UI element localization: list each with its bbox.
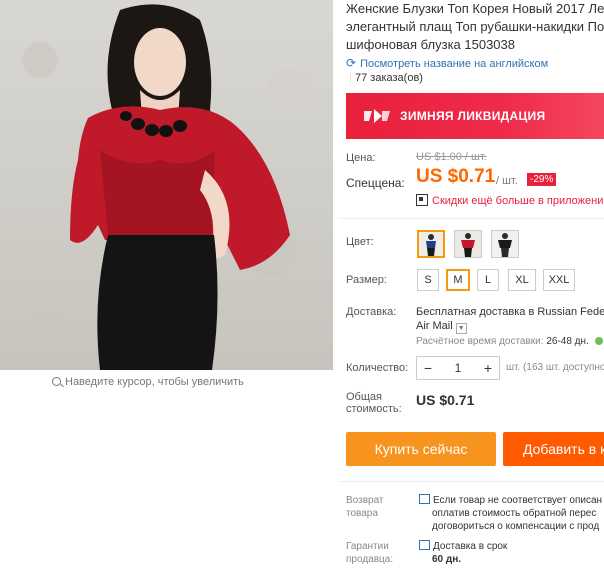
add-to-cart-button[interactable]: Добавить в к [503, 432, 604, 466]
size-option-m[interactable]: M [446, 269, 470, 291]
product-image[interactable] [0, 0, 333, 370]
size-option-xl[interactable]: XL [508, 269, 536, 291]
shipping-carrier[interactable]: Air Mail ▼ [416, 320, 467, 334]
sale-price: US $0.71 [416, 166, 496, 187]
quantity-increase-button[interactable]: + [477, 357, 499, 379]
price-label: Цена: [346, 152, 376, 164]
truck-icon [419, 540, 430, 550]
translate-link[interactable]: ⟳ Посмотреть название на английском [346, 56, 548, 70]
color-label: Цвет: [346, 236, 374, 248]
total-label: Общая стоимость: [346, 391, 402, 415]
color-swatch-red[interactable] [454, 230, 482, 258]
returns-line: договориться о компенсации с прод [432, 521, 600, 532]
title-line: элегантный плащ Топ рубашки-накидки Пол [346, 19, 604, 34]
orders-count: 77 заказа(ов) [350, 72, 423, 84]
old-price: US $1.00 / шт. [416, 151, 487, 163]
discount-badge: -29% [527, 173, 557, 186]
shipping-carrier-text[interactable]: Air Mail [416, 320, 453, 332]
chevron-down-icon[interactable]: ▼ [455, 323, 467, 334]
app-offer-text[interactable]: Скидки ещё больше в приложении [432, 195, 604, 207]
delivery-time-value: 26-48 дн. [546, 336, 589, 347]
sale-price-label: Спеццена: [346, 176, 405, 190]
app-offer-link[interactable]: Скидки ещё больше в приложении [416, 194, 604, 207]
shipping-method[interactable]: Бесплатная доставка в Russian Feder [416, 306, 604, 318]
guarantee-delivery-text: Доставка в срок [433, 541, 508, 552]
size-label: Размер: [346, 274, 387, 286]
check-icon [594, 337, 603, 345]
color-swatch-black[interactable] [491, 230, 519, 258]
shield-icon [419, 494, 430, 504]
quantity-input[interactable]: 1 [439, 357, 477, 379]
guarantee-delivery: Доставка в срок [419, 540, 507, 552]
returns-line: оплатив стоимость обратной перес [432, 508, 597, 519]
divider [338, 481, 604, 482]
delivery-time-label: Расчётное время доставки: [416, 336, 544, 347]
swatch-thumbnail [426, 234, 436, 256]
color-swatch-blue[interactable] [417, 230, 445, 258]
size-option-xxl[interactable]: XXL [543, 269, 575, 291]
size-option-l[interactable]: L [477, 269, 499, 291]
product-title: Женские Блузки Топ Корея Новый 2017 Лето… [346, 0, 604, 54]
returns-label: Возврат товара [346, 495, 384, 519]
translate-link-text[interactable]: Посмотреть название на английском [360, 58, 548, 70]
per-unit: / шт. [496, 175, 518, 187]
quantity-label: Количество: [346, 362, 409, 374]
returns-policy: Если товар не соответствует описан оплат… [419, 494, 602, 533]
quantity-stepper[interactable]: − 1 + [416, 356, 500, 380]
translate-icon: ⟳ [346, 56, 357, 70]
total-value: US $0.71 [416, 392, 475, 408]
zoom-hint-text: Наведите курсор, чтобы увеличить [65, 376, 244, 388]
quantity-decrease-button[interactable]: − [417, 357, 439, 379]
swatch-thumbnail [461, 233, 475, 257]
delivery-time: Расчётное время доставки: 26-48 дн. [416, 336, 603, 347]
swatch-thumbnail [498, 233, 512, 257]
product-photo-illustration [22, 4, 312, 370]
guarantee-days: 60 дн. [432, 554, 462, 565]
shipping-label: Доставка: [346, 306, 397, 318]
size-option-s[interactable]: S [417, 269, 439, 291]
search-icon [52, 377, 61, 386]
title-line: Женские Блузки Топ Корея Новый 2017 Лето [346, 1, 604, 16]
promo-banner[interactable]: ЗИМНЯЯ ЛИКВИДАЦИЯ [346, 93, 604, 139]
buy-now-button[interactable]: Купить сейчас [346, 432, 496, 466]
qr-code-icon [416, 194, 428, 206]
zoom-hint: Наведите курсор, чтобы увеличить [52, 376, 244, 388]
title-line: шифоновая блузка 1503038 [346, 37, 515, 52]
banner-text: ЗИМНЯЯ ЛИКВИДАЦИЯ [400, 109, 546, 123]
guarantee-label: Гарантии продавца: [346, 541, 394, 565]
quantity-available: шт. (163 шт. доступно) [506, 362, 604, 373]
returns-line: Если товар не соответствует описан [433, 495, 603, 506]
sale-logo-icon [364, 109, 390, 123]
divider [338, 218, 604, 219]
